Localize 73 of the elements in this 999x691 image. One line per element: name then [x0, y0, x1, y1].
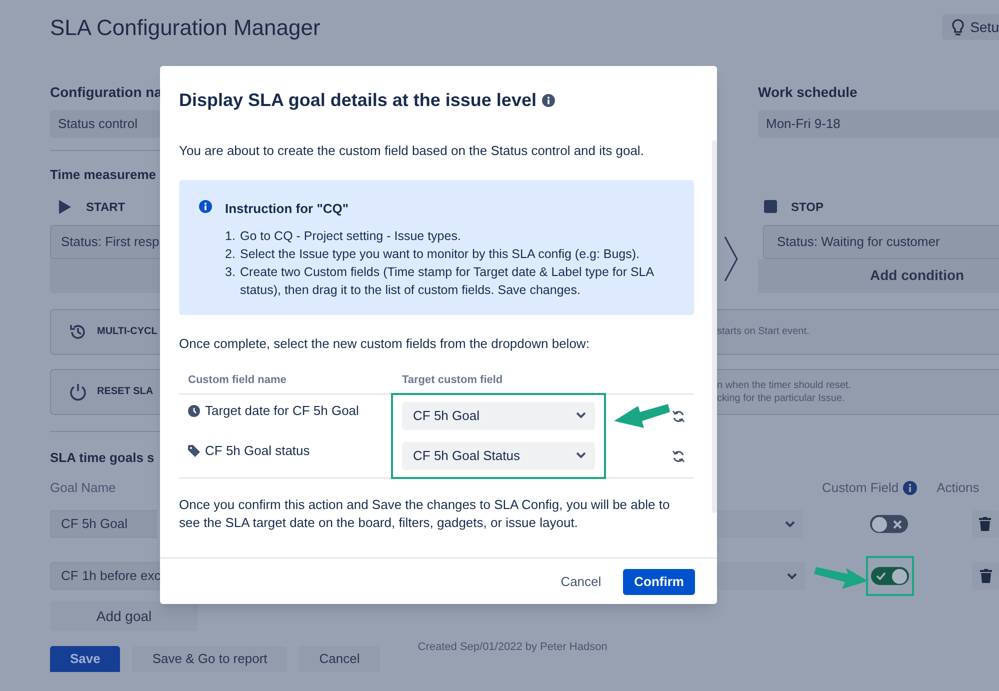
field-label: Work schedule: [758, 82, 858, 102]
option-description: starts on Start event.: [717, 325, 810, 338]
instruction-step: Go to CQ - Project setting - Issue types.: [240, 227, 461, 245]
add-condition-button[interactable]: Add condition: [758, 258, 999, 292]
lightbulb-icon: [952, 18, 964, 36]
dialog-intro: You are about to create the custom field based on the Status control and its goal.: [179, 142, 645, 160]
setup-button[interactable]: Setu: [942, 14, 999, 40]
chevron-down-icon: [786, 572, 797, 580]
dialog-title: Display SLA goal details at the issue level: [179, 89, 536, 112]
x-icon: [893, 520, 902, 528]
dialog-prompt: Once complete, select the new custom fields from the dropdown below:: [179, 335, 590, 353]
power-icon: [69, 382, 87, 400]
target-field-select[interactable]: CF 5h Goal Status: [402, 442, 595, 470]
option-card[interactable]: RESET SLA: [50, 368, 160, 414]
step-number: 3.: [225, 264, 236, 281]
delete-button[interactable]: [972, 510, 999, 538]
chevron-down-icon: [784, 520, 795, 528]
footer-button[interactable]: Cancel: [299, 646, 380, 672]
section-heading: SLA time goals s: [50, 448, 154, 467]
info-icon: [199, 200, 212, 212]
step-number: 2.: [225, 246, 236, 263]
info-icon: [902, 481, 917, 495]
add-goal-button[interactable]: Add goal: [50, 601, 198, 631]
page-title: SLA Configuration Manager: [50, 14, 320, 42]
section-heading: Time measureme: [50, 166, 156, 184]
created-info: Created Sep/01/2022 by Peter Hadson: [418, 640, 608, 655]
target-field-select[interactable]: CF 5h Goal: [402, 402, 595, 430]
toggle-switch[interactable]: [871, 567, 910, 585]
stop-icon: [764, 200, 777, 213]
trash-icon: [979, 517, 992, 531]
confirm-button[interactable]: Confirm: [623, 568, 695, 594]
column-header: Custom field name: [187, 372, 288, 388]
history-icon: [69, 322, 87, 340]
footer-button[interactable]: Save & Go to report: [132, 646, 288, 672]
refresh-icon[interactable]: [672, 410, 685, 422]
dialog-note: Once you confirm this action and Save the changes to SLA Config, you will be able to see the SLA target date on the board, filters, gadgets, or issue layout.: [179, 496, 671, 532]
instruction-step: Select the Issue type you want to monitor by this SLA config (e.g: Bugs).: [240, 245, 640, 263]
option-description: n when the timer should reset.: [717, 378, 852, 392]
trash-icon: [980, 569, 992, 583]
configuration-name-field[interactable]: Status control: [50, 110, 160, 138]
option-card[interactable]: MULTI-CYCL: [50, 308, 160, 354]
column-header: Actions: [936, 479, 980, 498]
tag-icon: [188, 444, 200, 456]
column-header: Custom Field: [822, 479, 899, 498]
step-number: 1.: [225, 228, 236, 245]
custom-field-name: CF 5h Goal status: [205, 442, 310, 460]
dropdown-field[interactable]: [714, 510, 803, 538]
footer-button[interactable]: Save: [50, 646, 120, 672]
chevron-down-icon: [576, 452, 586, 459]
instruction-step: Create two Custom fields (Time stamp for Target date & Label type for SLA status), then drag it to the list of custom fields. Save changes.: [240, 263, 674, 299]
work-schedule-field[interactable]: Mon-Fri 9-18: [758, 110, 999, 138]
play-icon: [58, 200, 72, 214]
custom-field-name: Target date for CF 5h Goal: [205, 402, 359, 420]
column-header: Target custom field: [401, 372, 503, 388]
column-header: Goal Name: [50, 479, 117, 498]
stop-condition-field[interactable]: Status: Waiting for customer: [763, 224, 999, 258]
stop-label: STOP: [791, 198, 824, 216]
delete-button[interactable]: [972, 562, 999, 590]
chevron-down-icon: [576, 412, 586, 419]
start-label: START: [86, 198, 126, 216]
dropdown-field[interactable]: [717, 562, 805, 590]
check-icon: [876, 572, 886, 580]
cancel-button[interactable]: Cancel: [550, 568, 612, 594]
goal-name-field[interactable]: CF 5h Goal: [50, 510, 158, 538]
chevron-right-icon: [724, 236, 738, 282]
instruction-title: Instruction for "CQ": [225, 200, 350, 218]
info-icon: [542, 94, 556, 107]
start-condition-field[interactable]: Status: First resp: [50, 224, 160, 258]
option-description: cking for the particular Issue.: [717, 392, 846, 404]
goal-name-field[interactable]: CF 1h before exc: [50, 562, 160, 590]
refresh-icon[interactable]: [672, 450, 685, 462]
toggle-switch[interactable]: [870, 515, 908, 533]
clock-icon: [188, 404, 200, 416]
